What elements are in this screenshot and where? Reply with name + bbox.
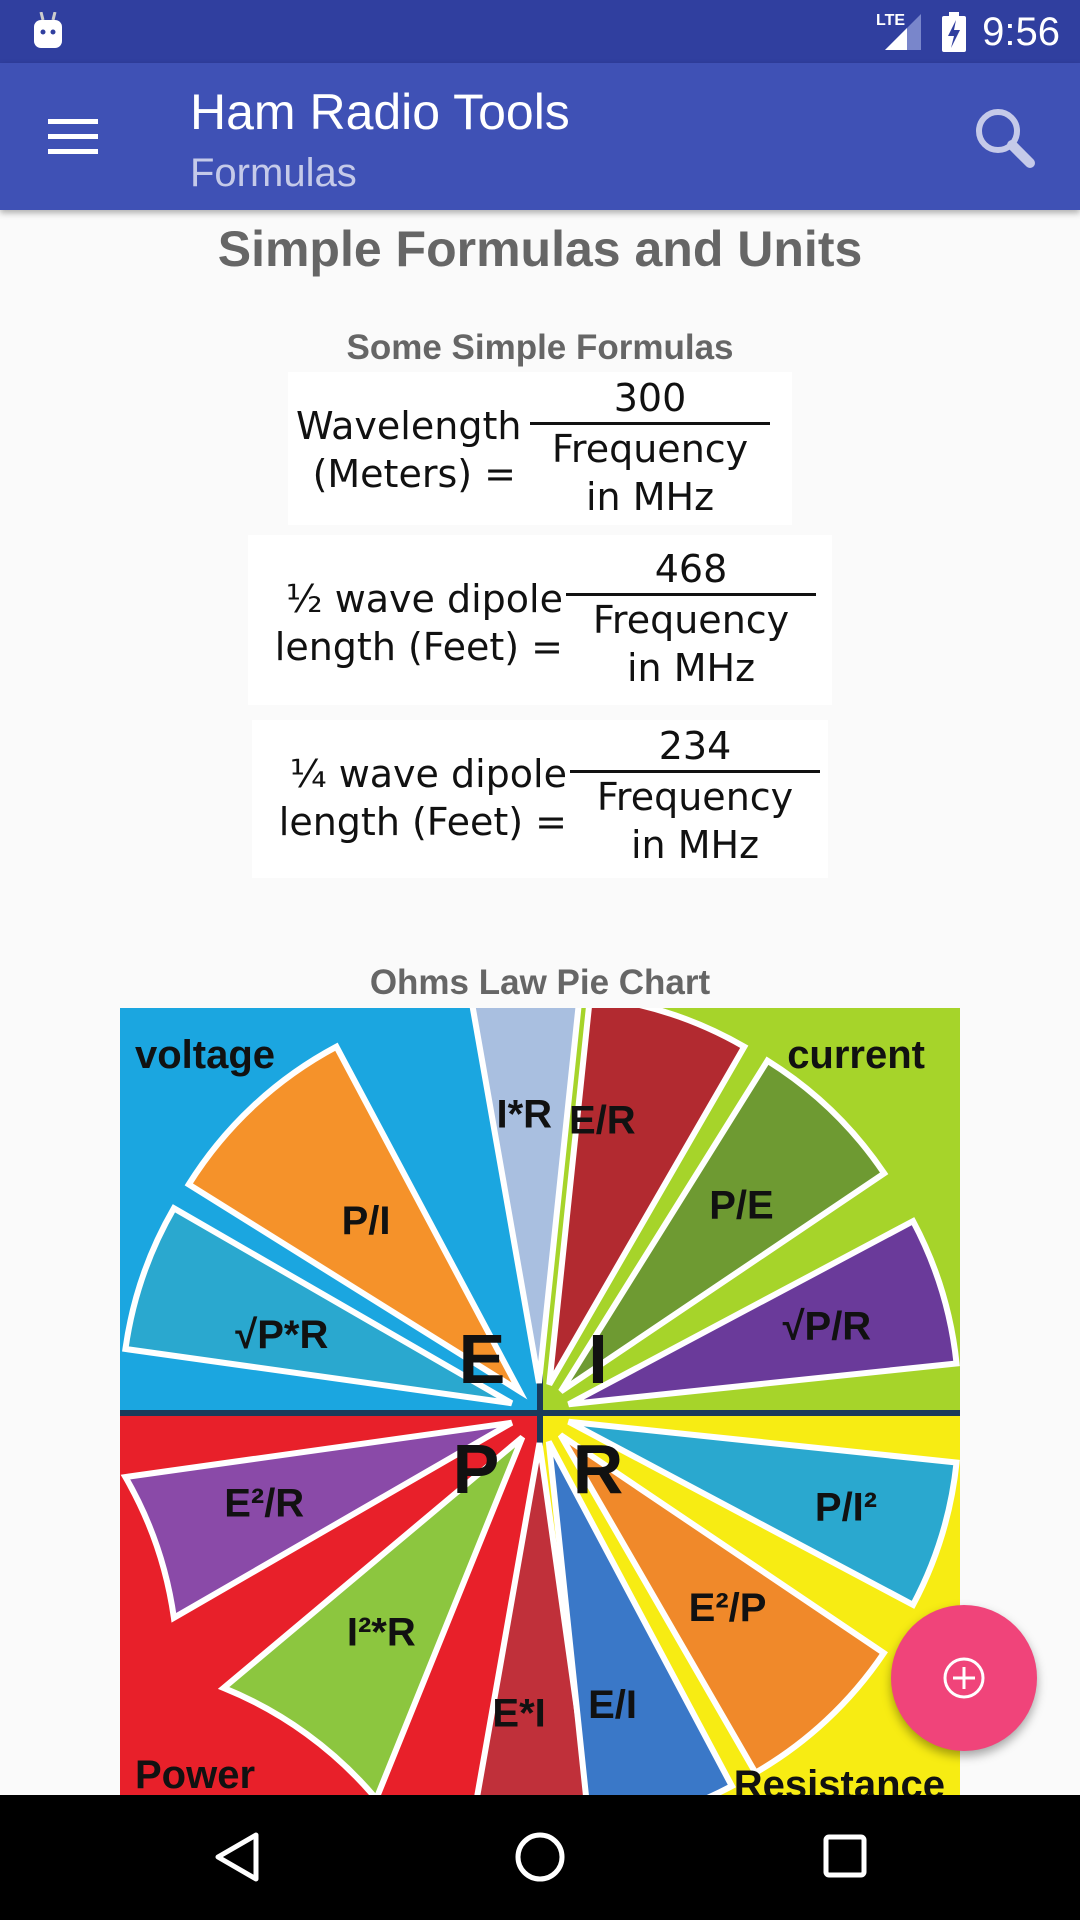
- formula-label: I*R: [497, 1092, 553, 1136]
- formula-denominator: in MHz: [630, 823, 760, 867]
- formula-half-wave-dipole: ½ wave dipole length (Feet) = 468 Frequenc…: [248, 535, 832, 705]
- formula-lhs: length (Feet) =: [278, 800, 567, 844]
- formula-label: I²*R: [347, 1610, 416, 1654]
- formula-denominator: Frequency: [551, 427, 749, 471]
- formula-lhs: ½ wave dipole: [285, 577, 563, 621]
- clock: 9:56: [982, 10, 1060, 54]
- formula-label: √P*R: [235, 1313, 328, 1357]
- search-icon[interactable]: [972, 105, 1036, 169]
- formula-numerator: 468: [566, 545, 816, 596]
- pie-heading: Ohms Law Pie Chart: [369, 963, 711, 1002]
- formula-label: E*I: [492, 1691, 545, 1735]
- formula-denominator: Frequency: [592, 598, 790, 642]
- app-subtitle: Formulas: [190, 151, 357, 195]
- quadrant-letter: E: [459, 1320, 506, 1398]
- formula-lhs: (Meters) =: [312, 452, 516, 496]
- quadrant-letter: R: [573, 1430, 624, 1508]
- android-notification-icon: [34, 12, 62, 48]
- formula-lhs: ¼ wave dipole: [289, 752, 567, 796]
- back-icon[interactable]: [212, 1831, 262, 1883]
- ohms-law-pie-chart: I*R P/I √P*R E/R P/E √P/R E²/R I²*R E*I P/I² E²/P E…: [120, 1008, 960, 1795]
- add-circle-icon: [943, 1657, 985, 1699]
- quadrant-letter: P: [453, 1430, 500, 1508]
- formulas-heading: Some Simple Formulas: [346, 328, 734, 367]
- quadrant-name: voltage: [135, 1033, 275, 1077]
- add-button[interactable]: [891, 1605, 1037, 1751]
- recents-icon[interactable]: [822, 1833, 868, 1879]
- hamburger-menu-icon[interactable]: [48, 119, 98, 155]
- formula-label: E/I: [588, 1683, 637, 1727]
- home-icon[interactable]: [514, 1831, 566, 1883]
- page-title: Simple Formulas and Units: [217, 221, 863, 277]
- formula-label: E²/P: [689, 1586, 767, 1630]
- formula-label: P/I²: [815, 1486, 877, 1530]
- quadrant-name: Resistance: [734, 1763, 945, 1795]
- app-bar: Ham Radio Tools Formulas: [0, 63, 1080, 210]
- formula-numerator: 300: [530, 374, 770, 425]
- quadrant-name: Power: [135, 1753, 255, 1795]
- formula-lhs: Wavelength: [296, 404, 522, 448]
- formula-quarter-wave-dipole: ¼ wave dipole length (Feet) = 234 Frequenc…: [252, 720, 828, 878]
- status-bar: LTE 9:56: [0, 0, 1080, 63]
- formula-lhs: length (Feet) =: [274, 625, 563, 669]
- formula-denominator: in MHz: [626, 646, 756, 690]
- formula-denominator: Frequency: [596, 775, 794, 819]
- formula-label: P/E: [709, 1183, 773, 1227]
- formula-wavelength: Wavelength (Meters) = 300 Frequency in MHz: [288, 372, 792, 525]
- formula-label: E/R: [569, 1099, 636, 1143]
- formula-label: P/I: [342, 1199, 391, 1243]
- app-title: Ham Radio Tools: [190, 84, 570, 140]
- formula-numerator: 234: [570, 722, 820, 773]
- formula-label: E²/R: [224, 1482, 304, 1526]
- navigation-bar: [0, 1795, 1080, 1920]
- quadrant-letter: I: [588, 1320, 607, 1398]
- signal-icon: [885, 14, 921, 50]
- battery-charging-icon: [942, 12, 966, 52]
- quadrant-name: current: [787, 1033, 925, 1077]
- formula-denominator: in MHz: [585, 475, 715, 519]
- formula-label: √P/R: [783, 1304, 872, 1348]
